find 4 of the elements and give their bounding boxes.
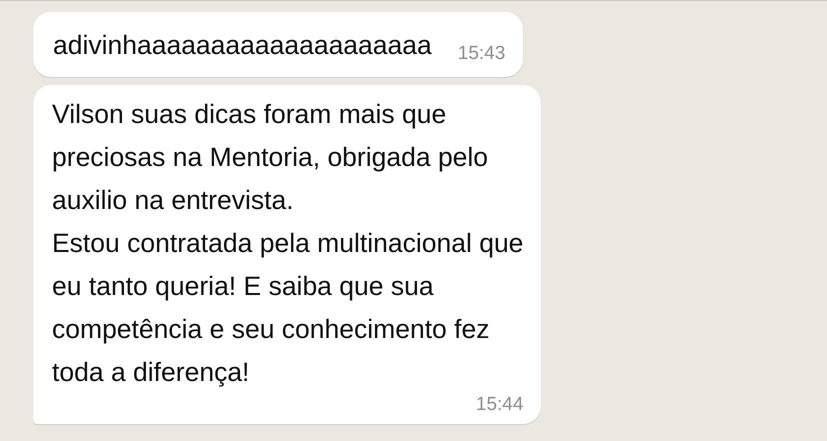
message-time: 15:43 bbox=[458, 43, 506, 65]
message-text: Vilson suas dicas foram mais que preciosas na Mentoria, obrigada pelo auxilio na entrevista. Estou contratada pela multinacional que eu tanto queria! E saiba que sua competência e seu conhecimento fez toda a diferença! bbox=[52, 98, 524, 389]
message-time: 15:44 bbox=[476, 394, 524, 416]
message-text: adivinhaaaaaaaaaaaaaaaaaaaa bbox=[53, 29, 432, 62]
